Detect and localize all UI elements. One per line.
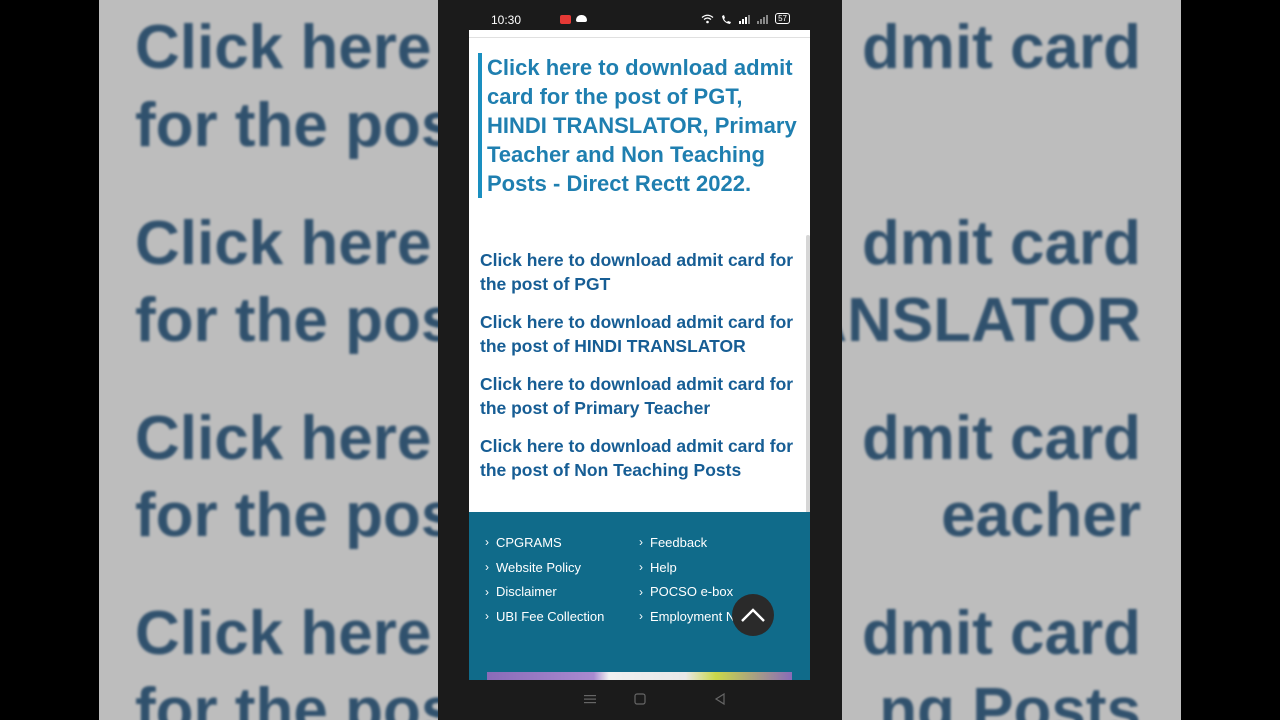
cloud-icon — [576, 15, 587, 22]
scroll-to-top-button[interactable] — [732, 594, 774, 636]
chevron-right-icon: › — [639, 609, 643, 624]
bg-text-line: ng Posts — [879, 676, 1141, 720]
bg-text-line: eacher — [941, 481, 1141, 550]
bg-text-line: Click here t — [135, 209, 438, 278]
footer-link-cpgrams[interactable]: › CPGRAMS — [485, 530, 604, 555]
wifi-icon — [701, 14, 714, 23]
footer-link-disclaimer[interactable]: › Disclaimer — [485, 579, 604, 604]
screen-record-icon — [560, 15, 571, 24]
footer-link-label: Disclaimer — [496, 584, 557, 600]
chevron-right-icon: › — [639, 535, 643, 550]
divider — [469, 37, 810, 38]
background-right-panel: dmit card dmit card ANSLATOR dmit card e… — [842, 0, 1181, 720]
bg-text-line: dmit card — [861, 404, 1141, 473]
status-time: 10:30 — [491, 13, 522, 27]
footer-link-website-policy[interactable]: › Website Policy — [485, 555, 604, 580]
background-left-panel: Click here t for the pos Click here t fo… — [99, 0, 438, 720]
chevron-right-icon: › — [639, 560, 643, 575]
chevron-right-icon: › — [485, 584, 489, 599]
bg-text-line: ANSLATOR — [842, 286, 1141, 355]
bg-text-line: for the pos — [135, 286, 438, 355]
bg-text-line: dmit card — [861, 13, 1141, 82]
phone-frame: 10:30 57 Click here to download admit ca… — [438, 0, 842, 720]
signal-icon — [739, 14, 751, 24]
chevron-right-icon: › — [485, 560, 489, 575]
bg-text-line: dmit card — [861, 209, 1141, 278]
chevron-right-icon: › — [485, 535, 489, 550]
bg-text-line: Click here t — [135, 599, 438, 668]
home-icon[interactable] — [633, 692, 647, 706]
footer-link-label: POCSO e-box — [650, 584, 734, 600]
bg-text-line: dmit card — [861, 599, 1141, 668]
admit-card-links: Click here to download admit card for th… — [480, 248, 805, 496]
bg-text-line: for the pos — [135, 676, 438, 720]
scrollbar[interactable] — [806, 235, 810, 515]
link-admit-card-primary-teacher[interactable]: Click here to download admit card for th… — [480, 372, 805, 420]
chevron-right-icon: › — [639, 584, 643, 599]
footer-banner-image[interactable] — [487, 672, 792, 680]
page-heading-link[interactable]: Click here to download admit card for th… — [478, 53, 805, 198]
bg-text-line: Click here t — [135, 13, 438, 82]
footer-link-label: UBI Fee Collection — [496, 608, 605, 624]
bg-text-line: for the pos — [135, 91, 438, 160]
footer-column-1: › CPGRAMS › Website Policy › Disclaimer › UB… — [485, 530, 604, 629]
status-icons: 57 — [701, 13, 790, 24]
chevron-up-icon — [741, 608, 765, 622]
signal-icon-2 — [757, 14, 769, 24]
back-icon[interactable] — [713, 692, 727, 706]
wifi-calling-icon — [722, 14, 732, 24]
chevron-right-icon: › — [485, 609, 489, 624]
link-admit-card-pgt[interactable]: Click here to download admit card for th… — [480, 248, 805, 296]
bg-text-line: Click here t — [135, 404, 438, 473]
android-nav-bar — [469, 680, 810, 720]
browser-viewport: Click here to download admit card for th… — [469, 30, 810, 680]
bg-text-line: for the pos — [135, 481, 438, 550]
footer-link-feedback[interactable]: › Feedback — [639, 530, 763, 555]
footer-link-help[interactable]: › Help — [639, 555, 763, 580]
battery-icon: 57 — [775, 13, 790, 24]
status-bar: 10:30 57 — [469, 0, 810, 30]
footer-link-label: CPGRAMS — [496, 534, 562, 550]
link-admit-card-hindi-translator[interactable]: Click here to download admit card for th… — [480, 310, 805, 358]
link-admit-card-non-teaching[interactable]: Click here to download admit card for th… — [480, 434, 805, 482]
footer-link-label: Feedback — [650, 534, 708, 550]
menu-icon[interactable] — [583, 692, 597, 706]
footer-link-label: Website Policy — [496, 559, 582, 575]
footer-link-label: Help — [650, 559, 677, 575]
footer-link-ubi-fee-collection[interactable]: › UBI Fee Collection — [485, 604, 604, 629]
